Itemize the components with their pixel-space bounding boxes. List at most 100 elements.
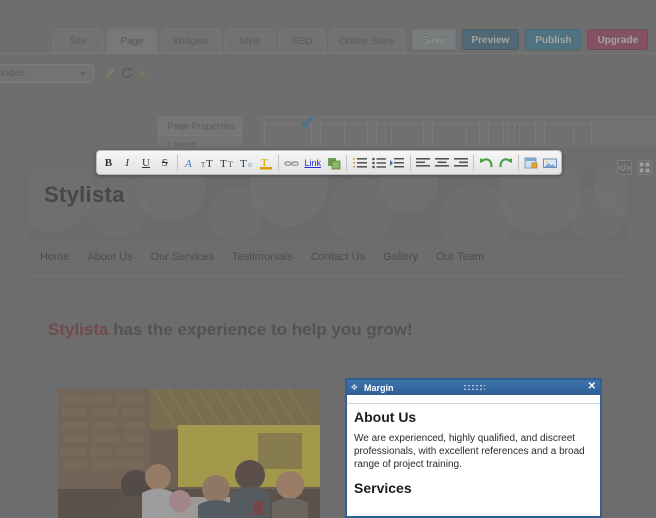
save-button[interactable]: Save xyxy=(412,29,456,50)
bold-button[interactable]: B xyxy=(100,153,117,173)
margin-dialog[interactable]: ✥ Margin ✕ About Us We are experienced, … xyxy=(345,378,602,518)
editor-side-icons: </> xyxy=(617,160,652,175)
font-size-increase-icon[interactable]: TT xyxy=(220,153,237,173)
thumbnail-column-divider xyxy=(519,124,521,146)
text-color-icon[interactable]: T xyxy=(257,153,274,173)
thumbnail-column-divider xyxy=(508,124,510,146)
content-photo[interactable] xyxy=(58,389,320,518)
underline-button[interactable]: U xyxy=(138,153,155,173)
rich-text-format-toolbar: B I U S A TT TT T T Link xyxy=(96,150,562,175)
page-headline[interactable]: Stylista has the experience to help you … xyxy=(48,320,413,340)
tab-widgets[interactable]: Widgets xyxy=(160,28,222,54)
move-icon[interactable]: ✥ xyxy=(351,383,360,392)
link-button[interactable]: Link xyxy=(302,153,324,173)
thumbnail-column-divider xyxy=(572,124,574,146)
font-style-icon[interactable]: A xyxy=(182,153,199,173)
layout-thumbnail[interactable] xyxy=(376,123,424,146)
preview-button[interactable]: Preview xyxy=(461,29,520,50)
svg-text:A: A xyxy=(184,158,192,170)
insert-image-icon[interactable] xyxy=(541,153,558,173)
action-buttons: Save Preview Publish Upgrade xyxy=(412,29,648,50)
bulleted-list-icon[interactable] xyxy=(370,153,387,173)
toolbar-separator xyxy=(177,154,179,171)
nav-item-testimonials[interactable]: Testimonials xyxy=(232,251,293,263)
nav-item-home[interactable]: Home xyxy=(40,251,69,263)
unlink-icon[interactable] xyxy=(283,153,300,173)
page-toolbar-row: index Page Properties Layout ✔ xyxy=(0,54,656,146)
page-menu-panel: Page Properties Layout xyxy=(158,116,242,146)
redo-icon[interactable] xyxy=(497,153,514,173)
chevron-down-icon xyxy=(80,72,86,76)
upgrade-button[interactable]: Upgrade xyxy=(587,29,648,50)
align-left-icon[interactable] xyxy=(415,153,432,173)
toolbar-separator xyxy=(346,154,348,171)
toolbar-separator xyxy=(409,154,411,171)
tab-online-store[interactable]: Online Store xyxy=(328,28,406,54)
toolbar-separator xyxy=(517,154,519,171)
align-right-icon[interactable] xyxy=(452,153,469,173)
nav-item-our-team[interactable]: Our Team xyxy=(436,251,484,263)
close-icon[interactable]: ✕ xyxy=(588,381,596,392)
font-size-decrease-icon[interactable]: TT xyxy=(201,153,218,173)
nav-item-about-us[interactable]: About Us xyxy=(87,251,132,263)
numbered-list-icon[interactable] xyxy=(351,153,368,173)
thumbnail-column-divider xyxy=(390,124,392,146)
subscript-icon[interactable]: T xyxy=(239,153,256,173)
page-select-value: index xyxy=(1,68,25,79)
dialog-content[interactable]: About Us We are experienced, highly qual… xyxy=(347,404,600,496)
headline-brand: Stylista xyxy=(48,320,109,339)
page-select[interactable]: index xyxy=(0,64,94,83)
anchor-icon[interactable] xyxy=(326,153,343,173)
headline-rest: has the experience to help you grow! xyxy=(108,320,413,339)
editor-chrome: Site Page Widgets Style SEO Online Store Save… xyxy=(0,0,656,146)
nav-item-gallery[interactable]: Gallery xyxy=(383,251,418,263)
site-title[interactable]: Stylista xyxy=(44,182,125,208)
layout-thumbnail[interactable] xyxy=(488,123,536,146)
services-heading: Services xyxy=(354,480,412,496)
tab-page[interactable]: Page xyxy=(106,28,158,54)
nav-item-our-services[interactable]: Our Services xyxy=(151,251,215,263)
indent-icon[interactable] xyxy=(389,153,406,173)
thumbnail-column-divider xyxy=(385,124,387,146)
dialog-titlebar[interactable]: ✥ Margin ✕ xyxy=(347,380,600,395)
site-nav-list: Home About Us Our Services Testimonials Cont… xyxy=(28,242,628,263)
selected-layout-check-icon: ✔ xyxy=(300,113,316,134)
layout-thumbnails-panel: ✔ xyxy=(258,113,656,146)
toolbar-separator xyxy=(278,154,279,171)
grid-icon[interactable] xyxy=(637,160,652,175)
svg-text:T: T xyxy=(240,158,247,170)
dialog-title-label: Margin xyxy=(364,382,394,393)
pencil-icon[interactable] xyxy=(103,66,117,80)
tab-site[interactable]: Site xyxy=(52,28,104,54)
layout-thumbnail[interactable] xyxy=(432,123,480,146)
about-us-paragraph: We are experienced, highly qualified, an… xyxy=(354,433,585,470)
align-center-icon[interactable] xyxy=(433,153,450,173)
layout-thumbnail[interactable] xyxy=(320,123,368,146)
toolbar-separator xyxy=(473,154,474,171)
nav-item-contact-us[interactable]: Contact Us xyxy=(311,251,365,263)
insert-table-icon[interactable] xyxy=(522,153,539,173)
thumbnail-column-divider xyxy=(502,124,504,146)
undo-icon[interactable] xyxy=(478,153,495,173)
thumbnail-column-divider xyxy=(344,124,345,146)
dialog-top-strip xyxy=(347,395,600,404)
drag-grip-icon[interactable] xyxy=(462,384,485,391)
strikethrough-button[interactable]: S xyxy=(156,153,173,173)
publish-button[interactable]: Publish xyxy=(525,29,582,50)
tab-seo[interactable]: SEO xyxy=(278,28,326,54)
tab-style[interactable]: Style xyxy=(224,28,276,54)
about-us-heading: About Us xyxy=(354,409,417,425)
thumbnail-column-divider xyxy=(513,124,515,146)
menu-item-layout[interactable]: Layout xyxy=(159,136,241,146)
svg-text:T: T xyxy=(206,158,213,170)
refresh-icon[interactable] xyxy=(120,66,134,80)
code-icon[interactable]: </> xyxy=(617,160,632,175)
layout-thumbnail[interactable] xyxy=(544,123,592,146)
menu-item-page-properties[interactable]: Page Properties xyxy=(159,117,241,136)
diamond-icon[interactable] xyxy=(136,66,150,80)
thumbnail-column-divider xyxy=(466,124,468,146)
italic-button[interactable]: I xyxy=(119,153,136,173)
site-nav: Home About Us Our Services Testimonials Cont… xyxy=(28,242,628,276)
svg-text:T: T xyxy=(228,160,233,169)
svg-text:T: T xyxy=(220,158,227,170)
